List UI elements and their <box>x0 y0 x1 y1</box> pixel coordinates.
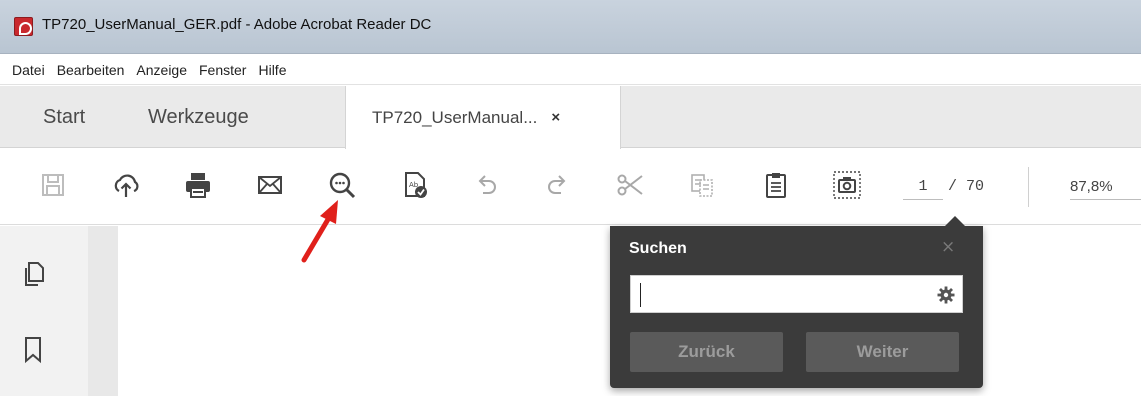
redo-icon[interactable] <box>540 167 576 203</box>
page-number-input[interactable]: 1 <box>903 174 943 200</box>
previous-button[interactable]: Zurück <box>630 332 783 372</box>
fill-sign-icon[interactable]: Ab <box>397 167 433 203</box>
left-navigation-pane <box>0 226 88 396</box>
zoom-level-input[interactable]: 87,8% <box>1070 174 1141 200</box>
search-panel: Suchen × Zurück Weiter <box>610 216 983 388</box>
copy-icon[interactable] <box>684 167 720 203</box>
tab-bar: Start Werkzeuge TP720_UserManual... × <box>0 86 1141 149</box>
title-bar: TP720_UserManual_GER.pdf - Adobe Acrobat… <box>0 0 1141 54</box>
menu-bar: Datei Bearbeiten Anzeige Fenster Hilfe <box>0 55 1141 85</box>
cut-icon[interactable] <box>612 167 648 203</box>
pane-splitter[interactable] <box>88 226 118 396</box>
tab-start[interactable]: Start <box>43 86 85 148</box>
menu-hilfe[interactable]: Hilfe <box>252 58 292 82</box>
clipboard-icon[interactable] <box>758 167 794 203</box>
save-icon[interactable] <box>35 167 71 203</box>
toolbar-divider <box>1028 167 1029 207</box>
menu-bearbeiten[interactable]: Bearbeiten <box>51 58 131 82</box>
menu-fenster[interactable]: Fenster <box>193 58 252 82</box>
acrobat-app-icon <box>14 17 33 36</box>
tab-document[interactable]: TP720_UserManual... × <box>345 86 621 149</box>
search-panel-title: Suchen <box>629 240 687 257</box>
undo-icon[interactable] <box>468 167 504 203</box>
next-button[interactable]: Weiter <box>806 332 959 372</box>
print-icon[interactable] <box>180 167 216 203</box>
search-input[interactable] <box>630 275 963 313</box>
gear-icon[interactable] <box>936 285 956 305</box>
page-total: / 70 <box>948 178 985 195</box>
search-panel-caret <box>945 216 965 226</box>
page-thumbnails-icon[interactable] <box>18 259 48 289</box>
bookmarks-icon[interactable] <box>18 334 48 364</box>
close-icon[interactable]: × <box>941 237 955 257</box>
upload-cloud-icon[interactable] <box>108 167 144 203</box>
window-title: TP720_UserManual_GER.pdf - Adobe Acrobat… <box>42 16 432 33</box>
tab-close-icon[interactable]: × <box>551 109 560 126</box>
red-arrow-annotation <box>301 200 338 263</box>
text-cursor <box>640 283 641 307</box>
snapshot-icon[interactable] <box>829 167 865 203</box>
tab-document-label: TP720_UserManual... <box>372 107 538 127</box>
menu-anzeige[interactable]: Anzeige <box>130 58 193 82</box>
mail-icon[interactable] <box>252 167 288 203</box>
toolbar: Ab 1 / 70 87,8% <box>0 149 1141 225</box>
tab-tools[interactable]: Werkzeuge <box>148 86 249 148</box>
menu-datei[interactable]: Datei <box>6 58 51 82</box>
